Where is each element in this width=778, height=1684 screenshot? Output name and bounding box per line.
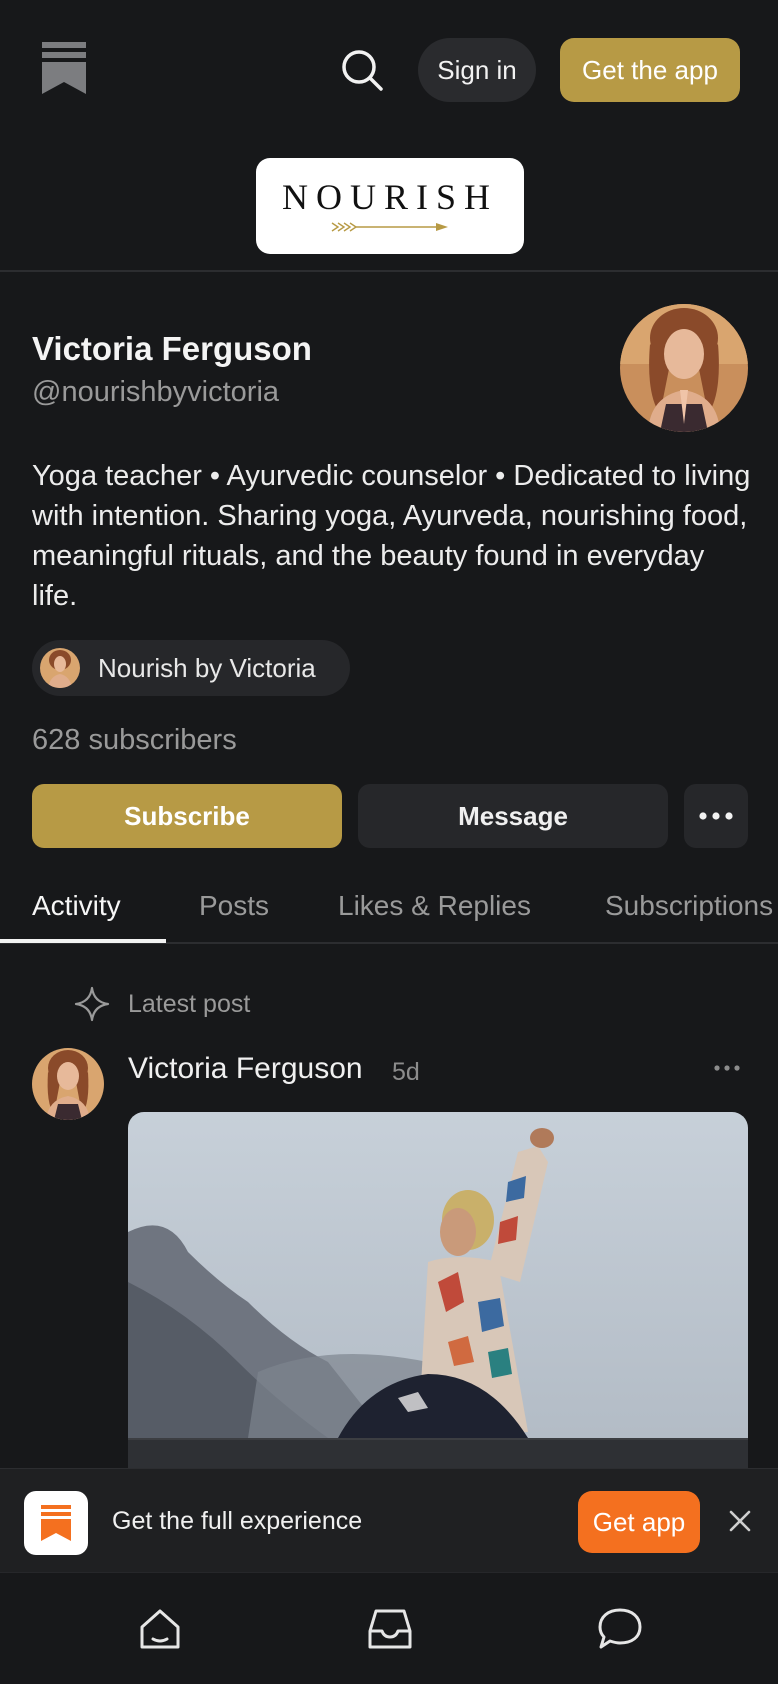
home-icon[interactable] <box>134 1603 186 1655</box>
post-author-name[interactable]: Victoria Ferguson <box>128 1052 363 1086</box>
search-icon[interactable] <box>336 44 388 96</box>
latest-post-label: Latest post <box>128 990 251 1018</box>
sparkle-icon <box>74 986 110 1022</box>
publication-logo-text: NOURISH <box>281 177 498 217</box>
substack-bookmark-icon[interactable] <box>42 42 86 94</box>
bottom-navigation <box>0 1572 778 1684</box>
tab-posts[interactable]: Posts <box>199 890 269 922</box>
chat-icon[interactable] <box>594 1603 646 1655</box>
tab-activity[interactable]: Activity <box>32 890 121 922</box>
profile-tabs: Activity Posts Likes & Replies Subscript… <box>0 880 778 944</box>
banner-get-app-button[interactable]: Get app <box>578 1491 700 1553</box>
banner-text: Get the full experience <box>112 1507 363 1535</box>
post-author-avatar[interactable] <box>32 1048 104 1120</box>
tab-likes-replies[interactable]: Likes & Replies <box>338 890 531 922</box>
app-install-banner: Get the full experience Get app <box>0 1468 778 1572</box>
profile-handle: @nourishbyvictoria <box>32 376 280 408</box>
sign-in-button[interactable]: Sign in <box>418 38 536 102</box>
publication-avatar <box>40 648 80 688</box>
tab-subscriptions[interactable]: Subscriptions <box>605 890 773 922</box>
post-timestamp: 5d <box>392 1058 420 1086</box>
inbox-icon[interactable] <box>364 1603 416 1655</box>
subscriber-count: 628 subscribers <box>32 724 237 756</box>
divider <box>0 270 778 272</box>
close-icon[interactable] <box>724 1505 756 1537</box>
post-more-icon[interactable] <box>710 1056 744 1080</box>
message-button[interactable]: Message <box>358 784 668 848</box>
active-tab-indicator <box>0 939 166 943</box>
ellipsis-icon <box>699 812 733 820</box>
substack-app-icon <box>24 1491 88 1555</box>
subscribe-button[interactable]: Subscribe <box>32 784 342 848</box>
profile-name: Victoria Ferguson <box>32 330 312 367</box>
post-cover-image[interactable] <box>128 1112 748 1438</box>
more-options-button[interactable] <box>684 784 748 848</box>
post-card-footer <box>128 1438 748 1470</box>
top-bar: Sign in Get the app <box>0 0 778 140</box>
publication-name: Nourish by Victoria <box>98 652 316 683</box>
publication-logo[interactable]: NOURISH <box>256 158 524 254</box>
publication-chip[interactable]: Nourish by Victoria <box>32 640 350 696</box>
get-the-app-button[interactable]: Get the app <box>560 38 740 102</box>
avatar <box>620 304 748 432</box>
profile-bio: Yoga teacher • Ayurvedic counselor • Ded… <box>32 460 751 612</box>
arrow-ornament-icon <box>331 222 448 232</box>
